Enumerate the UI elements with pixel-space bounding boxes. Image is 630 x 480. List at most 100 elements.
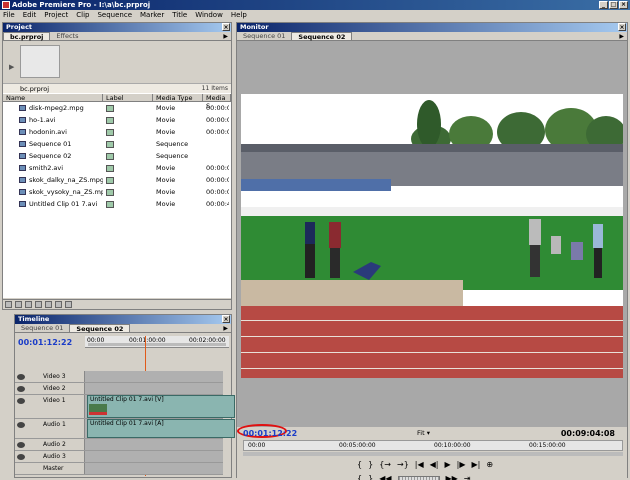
ruler-tick-label: 00:05:00:00 [339, 442, 376, 449]
go-to-out-button[interactable]: →} [397, 460, 409, 469]
list-view-icon[interactable] [5, 301, 12, 308]
track-body[interactable] [85, 451, 223, 462]
project-panel-close-icon[interactable]: × [222, 23, 230, 31]
project-footer-toolbar [3, 299, 231, 309]
minimize-button[interactable]: _ [599, 1, 608, 9]
automate-icon[interactable] [25, 301, 32, 308]
video-clip[interactable]: Untitled Clip 01 7.avi [V] [87, 395, 235, 418]
menu-project[interactable]: Project [44, 10, 68, 20]
label-swatch[interactable] [106, 140, 114, 148]
track-body[interactable]: Untitled Clip 01 7.avi [V] [85, 395, 235, 418]
monitor-close-icon[interactable]: × [618, 23, 626, 31]
speaker-icon[interactable] [17, 442, 25, 448]
timeline-panel-header: Timeline × [15, 315, 231, 324]
timeline-ruler[interactable]: 00:00 00:01:00:00 00:02:00:00 [85, 336, 229, 348]
track-body[interactable] [85, 383, 223, 394]
audio-clip[interactable]: Untitled Clip 01 7.avi [A] [87, 419, 235, 438]
menu-marker[interactable]: Marker [140, 10, 164, 20]
timeline-timecode[interactable]: 00:01:12:22 [18, 338, 72, 347]
timeline-zoom-bar[interactable] [88, 343, 226, 346]
list-item[interactable]: hodonin.avi Movie 00:00:00 [3, 126, 231, 138]
new-item-icon[interactable] [55, 301, 62, 308]
icon-view-icon[interactable] [15, 301, 22, 308]
column-media-start[interactable]: Media S [203, 94, 231, 110]
tab-sequence-01[interactable]: Sequence 01 [15, 324, 69, 332]
list-item[interactable]: Sequence 01 Sequence [3, 138, 231, 150]
label-swatch[interactable] [106, 152, 114, 160]
safe-margins-button[interactable]: ⊕ [486, 460, 493, 469]
column-name[interactable]: Name [3, 94, 103, 102]
maximize-button[interactable]: □ [609, 1, 618, 9]
new-bin-icon[interactable] [45, 301, 52, 308]
column-media-type[interactable]: Media Type [153, 94, 203, 102]
delete-icon[interactable] [65, 301, 72, 308]
menu-window[interactable]: Window [195, 10, 223, 20]
track-body[interactable] [85, 463, 223, 474]
label-swatch[interactable] [106, 128, 114, 136]
movie-file-icon [19, 201, 26, 207]
jog-wheel[interactable] [397, 476, 440, 480]
close-button[interactable]: × [619, 1, 628, 9]
timeline-menu-arrow-icon[interactable]: ▶ [223, 325, 228, 332]
list-item[interactable]: Untitled Clip 01 7.avi Movie 00:00:45 [3, 198, 231, 210]
label-swatch[interactable] [106, 164, 114, 172]
project-panel-header: Project × [3, 23, 231, 32]
find-icon[interactable] [35, 301, 42, 308]
timeline-close-icon[interactable]: × [222, 315, 230, 323]
eye-icon[interactable] [17, 398, 25, 404]
play-button[interactable]: ▶ [445, 460, 451, 469]
label-swatch[interactable] [106, 116, 114, 124]
list-item[interactable]: Sequence 02 Sequence [3, 150, 231, 162]
track-body[interactable] [85, 439, 223, 450]
speaker-icon[interactable] [17, 422, 25, 428]
label-swatch[interactable] [106, 188, 114, 196]
render-bar [89, 412, 107, 415]
go-to-end-button[interactable]: ▶| [472, 460, 481, 469]
step-forward-button[interactable]: |▶ [457, 460, 466, 469]
mark-in-button[interactable]: { [357, 460, 362, 469]
mark-out-button[interactable]: } [368, 460, 373, 469]
play-in-to-out-button[interactable]: { [357, 474, 362, 480]
menu-sequence[interactable]: Sequence [97, 10, 132, 20]
monitor-current-timecode[interactable]: 00:01:12:22 [243, 429, 297, 438]
menu-help[interactable]: Help [231, 10, 247, 20]
tab-sequence-02[interactable]: Sequence 02 [69, 324, 131, 333]
movie-file-icon [19, 117, 26, 123]
list-item[interactable]: skok_vysoky_na_ZS.mpg Movie 00:00:00 [3, 186, 231, 198]
shuttle-forward-button[interactable]: ▶▶ [446, 474, 458, 480]
list-item[interactable]: smith2.avi Movie 00:00:00 [3, 162, 231, 174]
tab-project-file[interactable]: bc.prproj [3, 32, 51, 41]
list-item[interactable]: ho-1.avi Movie 00:00:00 [3, 114, 231, 126]
menu-clip[interactable]: Clip [76, 10, 89, 20]
item-start: 00:00:00 [206, 176, 229, 184]
column-label[interactable]: Label [103, 94, 153, 102]
monitor-menu-arrow-icon[interactable]: ▶ [619, 33, 624, 40]
menu-file[interactable]: File [3, 10, 15, 20]
tab-effects[interactable]: Effects [50, 32, 84, 40]
step-back-button[interactable]: |◀ [415, 460, 424, 469]
label-swatch[interactable] [106, 176, 114, 184]
list-item[interactable]: skok_dalky_na_ZS.mpg Movie 00:00:00 [3, 174, 231, 186]
loop-button[interactable]: } [368, 474, 373, 480]
eye-icon[interactable] [17, 386, 25, 392]
label-swatch[interactable] [106, 104, 114, 112]
speaker-icon[interactable] [17, 454, 25, 460]
monitor-time-ruler[interactable]: 00:00 00:05:00:00 00:10:00:00 00:15:00:0… [243, 440, 623, 451]
track-body[interactable]: Untitled Clip 01 7.avi [A] [85, 419, 235, 438]
tab-sequence-02[interactable]: Sequence 02 [291, 32, 353, 41]
menu-edit[interactable]: Edit [23, 10, 37, 20]
zoom-fit-select[interactable]: Fit ▾ [417, 429, 430, 437]
panel-menu-arrow-icon[interactable]: ▶ [223, 33, 228, 40]
go-to-in-button[interactable]: {→ [379, 460, 391, 469]
step-back-frame-button[interactable]: ◀| [430, 460, 439, 469]
menu-title[interactable]: Title [172, 10, 187, 20]
monitor-scrub-bar[interactable] [243, 452, 623, 456]
play-thumbnail-icon[interactable]: ▶ [9, 63, 14, 71]
label-swatch[interactable] [106, 200, 114, 208]
shuttle-back-button[interactable]: ◀◀ [379, 474, 391, 480]
list-item[interactable]: disk-mpeg2.mpg Movie 00:00:00 [3, 102, 231, 114]
trim-button[interactable]: ⇥ [464, 474, 471, 480]
track-body[interactable] [85, 371, 223, 382]
eye-icon[interactable] [17, 374, 25, 380]
tab-sequence-01[interactable]: Sequence 01 [237, 32, 291, 40]
